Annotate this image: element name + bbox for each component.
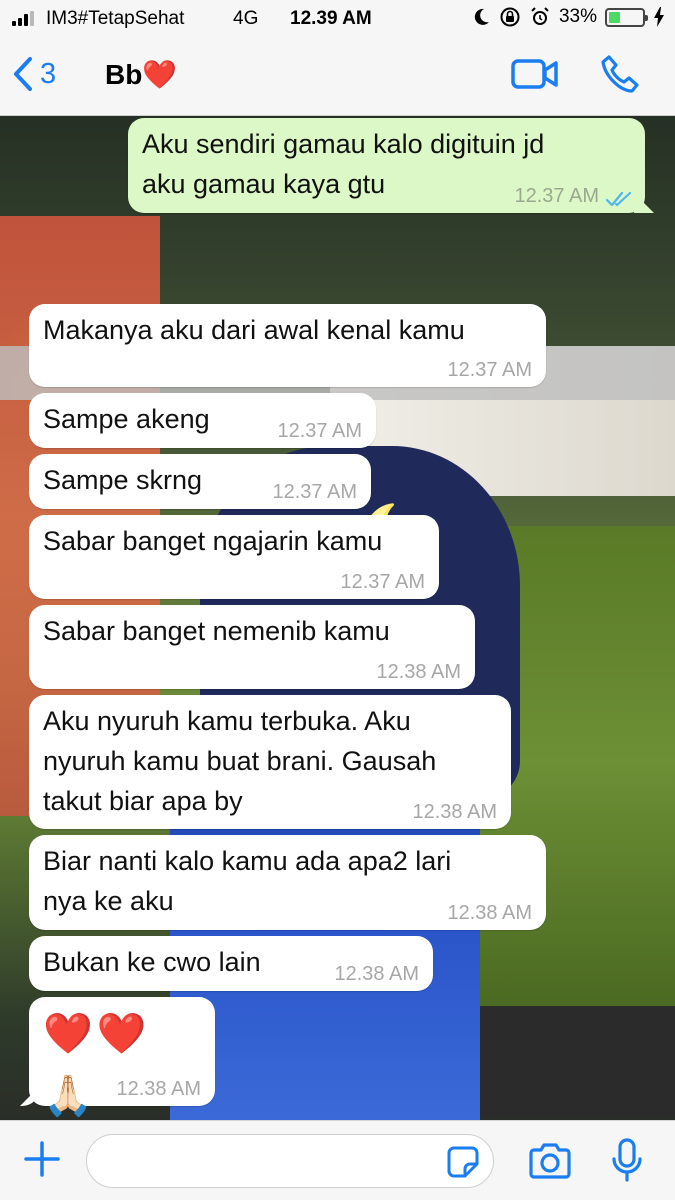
sticker-button[interactable]: [446, 1145, 480, 1184]
status-indicators: 33%: [471, 6, 665, 28]
message-time: 12.37 AM: [514, 185, 599, 207]
incoming-message[interactable]: Makanya aku dari awal kenal kamu 12.37 A…: [29, 304, 546, 387]
video-call-icon: [511, 59, 558, 89]
emoji-message: ❤️❤️🙏🏻: [43, 1012, 151, 1118]
battery-icon: [605, 7, 648, 27]
carrier-name: IM3#TetapSehat: [46, 8, 185, 29]
message-time: 12.38 AM: [447, 902, 532, 924]
message-time: 12.38 AM: [334, 963, 419, 985]
incoming-message[interactable]: Biar nanti kalo kamu ada apa2 lari nya k…: [29, 835, 546, 930]
outgoing-message[interactable]: Aku sendiri gamau kalo digituin jd aku g…: [128, 118, 645, 213]
message-line: Biar nanti kalo kamu ada apa2 lari: [43, 846, 452, 876]
back-button[interactable]: 3: [12, 56, 56, 92]
message-time: 12.38 AM: [376, 661, 461, 683]
phone-icon: [601, 55, 639, 93]
status-time: 12.39 AM: [290, 8, 372, 29]
message-line: Sabar banget ngajarin kamu: [43, 526, 383, 556]
message-line: Makanya aku dari awal kenal kamu: [43, 315, 465, 345]
incoming-message[interactable]: Sabar banget ngajarin kamu 12.37 AM: [29, 515, 439, 599]
message-time: 12.38 AM: [412, 801, 497, 823]
message-time: 12.37 AM: [447, 359, 532, 381]
alarm-icon: [531, 7, 549, 25]
chat-area[interactable]: Aku sendiri gamau kalo digituin jd aku g…: [0, 116, 675, 1120]
camera-button[interactable]: [527, 1142, 573, 1185]
message-line: Sabar banget nemenib kamu: [43, 616, 390, 646]
incoming-message[interactable]: Sampe skrng 12.37 AM: [29, 454, 371, 509]
charging-icon: [654, 7, 664, 27]
message-time: 12.37 AM: [277, 420, 362, 442]
message-line: Aku sendiri gamau kalo digituin jd: [142, 129, 545, 159]
back-chevron-icon: [14, 57, 32, 91]
moon-icon: [474, 8, 489, 25]
message-input[interactable]: [86, 1134, 494, 1188]
sticker-icon: [447, 1146, 479, 1178]
message-line: Aku nyuruh kamu terbuka. Aku: [43, 706, 411, 736]
voice-call-button[interactable]: [600, 54, 640, 101]
video-call-button[interactable]: [510, 56, 560, 97]
plus-icon: [24, 1141, 60, 1177]
message-time: 12.37 AM: [340, 571, 425, 593]
status-bar: IM3#TetapSehat 4G 12.39 AM 33%: [0, 0, 675, 36]
incoming-message[interactable]: Aku nyuruh kamu terbuka. Aku nyuruh kamu…: [29, 695, 511, 829]
mic-icon: [612, 1138, 642, 1182]
network-type: 4G: [233, 8, 259, 29]
double-check-icon: [605, 191, 632, 207]
incoming-message[interactable]: Bukan ke cwo lain 12.38 AM: [29, 936, 433, 991]
camera-icon: [529, 1143, 571, 1179]
message-time: 12.37 AM: [272, 481, 357, 503]
message-time: 12.38 AM: [116, 1078, 201, 1100]
battery-percent: 33%: [558, 6, 597, 27]
chat-header: 3 Bb❤️: [0, 36, 675, 116]
contact-name[interactable]: Bb❤️: [105, 58, 177, 91]
attach-button[interactable]: [22, 1139, 62, 1184]
message-line: nyuruh kamu buat brani. Gausah: [43, 746, 437, 776]
back-count: 3: [40, 57, 57, 90]
voice-message-button[interactable]: [611, 1137, 643, 1188]
signal-icon: [12, 10, 34, 26]
message-composer: [0, 1120, 675, 1200]
incoming-message[interactable]: Sabar banget nemenib kamu 12.38 AM: [29, 605, 475, 689]
incoming-message[interactable]: Sampe akeng 12.37 AM: [29, 393, 376, 448]
lock-rotation-icon: [500, 7, 520, 27]
incoming-message[interactable]: ❤️❤️🙏🏻 12.38 AM: [29, 997, 215, 1118]
